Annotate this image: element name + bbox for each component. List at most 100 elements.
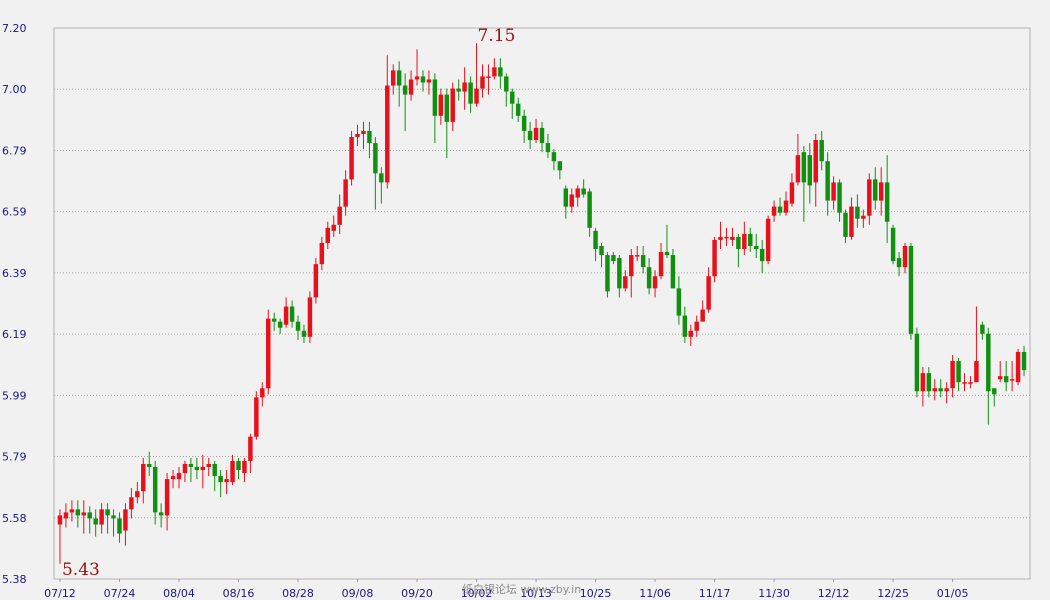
candle-body xyxy=(575,188,580,198)
candle-body xyxy=(123,509,128,531)
candle-body xyxy=(688,330,694,337)
candle-body xyxy=(617,258,622,289)
candle-body xyxy=(527,130,533,141)
candle-body xyxy=(962,382,967,384)
candle-body xyxy=(861,215,866,219)
candle-body xyxy=(510,91,515,104)
candle-body xyxy=(373,143,378,174)
candle-body xyxy=(343,179,348,207)
candle-body xyxy=(81,512,87,516)
candle-body xyxy=(849,206,854,237)
candle-body xyxy=(498,67,503,77)
x-tick-label: 11/06 xyxy=(639,587,671,600)
candle-body xyxy=(718,236,723,240)
candle-body xyxy=(450,88,455,122)
candles xyxy=(57,43,1027,564)
candle-body xyxy=(379,173,384,183)
candle-body xyxy=(504,76,509,92)
candle-body xyxy=(361,130,366,134)
candle-body xyxy=(355,133,360,137)
candle-body xyxy=(801,152,807,183)
candle-body xyxy=(325,227,330,243)
candle-body xyxy=(623,276,628,289)
candle-body xyxy=(295,321,301,331)
candle-body xyxy=(432,79,438,116)
candle-body xyxy=(902,245,908,268)
candle-body xyxy=(426,79,432,83)
candle-body xyxy=(896,258,902,268)
candle-body xyxy=(605,255,610,292)
y-tick-label: 6.59 xyxy=(2,206,27,219)
candle-body xyxy=(129,497,134,510)
candle-body xyxy=(271,318,277,322)
candle-body xyxy=(349,136,354,180)
candle-body xyxy=(200,466,206,471)
candle-body xyxy=(634,255,640,257)
candle-body xyxy=(658,252,664,277)
candle-body xyxy=(712,239,717,277)
y-tick-label: 5.38 xyxy=(2,573,27,586)
candle-body xyxy=(736,236,741,250)
candle-body xyxy=(1015,351,1021,383)
candle-body xyxy=(950,361,955,389)
y-tick-label: 5.79 xyxy=(2,451,27,464)
candle-body xyxy=(593,230,598,250)
candle-body xyxy=(444,94,450,122)
candle-body xyxy=(402,85,408,95)
candle-body xyxy=(242,460,247,474)
candle-body xyxy=(825,161,830,201)
candle-body xyxy=(319,242,325,265)
candle-body xyxy=(706,276,711,310)
candle-body xyxy=(920,373,926,392)
y-tick-label: 6.79 xyxy=(2,144,27,157)
candle-body xyxy=(855,206,860,219)
candle-body xyxy=(765,218,771,262)
candle-body xyxy=(93,518,98,525)
candle-body xyxy=(557,161,563,171)
candle-body xyxy=(1021,351,1027,371)
candle-body xyxy=(420,76,426,83)
candle-body xyxy=(408,79,414,95)
candle-body xyxy=(926,373,932,392)
candle-body xyxy=(158,512,164,516)
candle-body xyxy=(147,463,152,467)
candle-body xyxy=(730,236,735,240)
candle-body xyxy=(105,509,110,516)
candle-body xyxy=(1003,376,1009,383)
candle-body xyxy=(837,182,842,213)
candle-body xyxy=(385,85,390,183)
candle-body xyxy=(230,460,235,483)
candle-body xyxy=(652,276,658,289)
candle-body xyxy=(456,88,461,92)
candle-body xyxy=(581,188,586,195)
candle-body xyxy=(301,330,307,337)
candle-body xyxy=(75,509,81,516)
x-tick-label: 07/24 xyxy=(104,587,136,600)
plot-frame xyxy=(53,27,1031,580)
candle-body xyxy=(141,463,146,492)
candle-body xyxy=(111,515,116,519)
candle-body xyxy=(700,309,705,322)
candle-body xyxy=(254,397,259,437)
candle-body xyxy=(908,245,914,334)
candle-body xyxy=(670,255,676,289)
candle-body xyxy=(486,76,491,78)
candle-body xyxy=(63,512,69,519)
candle-body xyxy=(646,267,652,289)
y-tick-label: 5.58 xyxy=(2,512,27,525)
x-tick-label: 08/04 xyxy=(163,587,195,600)
candle-body xyxy=(932,388,937,392)
y-axis-tick-labels: 7.20 7.00 6.79 6.59 6.39 6.19 5.99 5.79 5.58 5.38 xyxy=(2,22,27,586)
candle-body xyxy=(807,155,813,186)
candle-body xyxy=(884,182,890,222)
candle-body xyxy=(813,140,818,183)
y-tick-label: 6.19 xyxy=(2,328,27,341)
x-tick-label: 12/25 xyxy=(877,587,909,600)
candle-body xyxy=(956,361,961,383)
candle-body xyxy=(867,179,872,216)
candle-body xyxy=(218,476,223,483)
candlestick-chart: 7.20 7.00 6.79 6.59 6.39 6.19 5.99 5.79 5.58 5.38… xyxy=(0,0,1050,600)
candle-body xyxy=(771,206,777,216)
candle-body xyxy=(414,76,420,80)
candle-body xyxy=(986,333,991,392)
